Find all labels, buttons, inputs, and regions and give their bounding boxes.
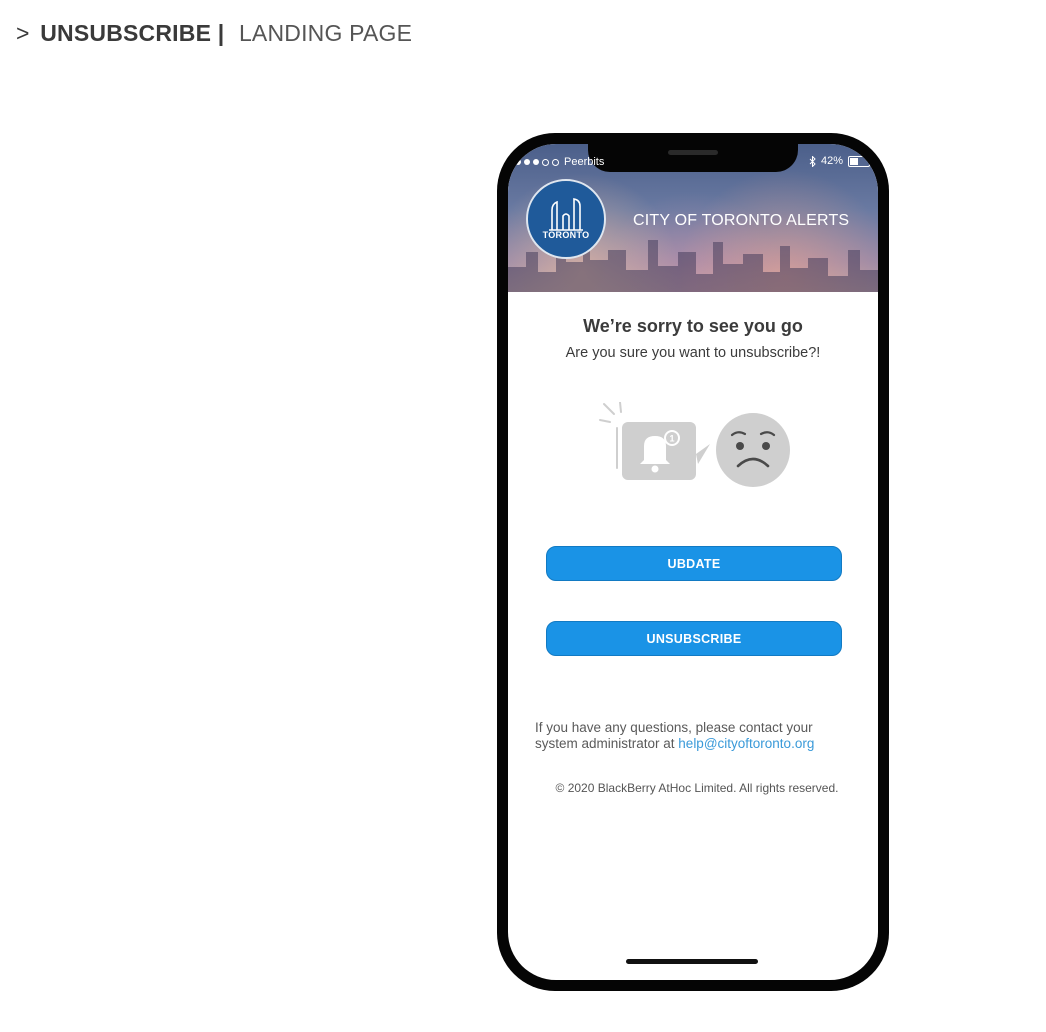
bluetooth-icon bbox=[809, 155, 816, 167]
phone-notch bbox=[588, 144, 798, 172]
sorry-heading: We’re sorry to see you go bbox=[583, 316, 803, 336]
bell-message-icon: 1 bbox=[622, 422, 710, 480]
logo-text: TORONTO bbox=[542, 230, 590, 240]
battery-icon bbox=[848, 155, 872, 167]
status-bar-right: 42% bbox=[809, 155, 872, 167]
alert-lines-icon bbox=[599, 402, 622, 469]
app-title: CITY OF TORONTO ALERTS bbox=[633, 212, 850, 229]
signal-dot bbox=[515, 159, 521, 165]
heading-subsection: LANDING PAGE bbox=[238, 20, 413, 46]
contact-info: If you have any questions, please contac… bbox=[535, 720, 855, 752]
unsubscribe-button[interactable]: UNSUBSCRIBE bbox=[546, 621, 842, 656]
phone-screen: Peerbits 42% TORONTO CITY OF TORONTO ALE… bbox=[508, 144, 878, 980]
battery-fill bbox=[850, 157, 858, 165]
update-button[interactable]: UBDATE bbox=[546, 546, 842, 581]
carrier-name: Peerbits bbox=[564, 156, 605, 168]
signal-dot bbox=[524, 159, 530, 165]
heading-section: UNSUBSCRIBE | bbox=[40, 20, 225, 46]
unsubscribe-illustration: 1 bbox=[599, 402, 790, 487]
confirm-question: Are you sure you want to unsubscribe?! bbox=[565, 345, 821, 361]
city-hall-icon bbox=[549, 198, 583, 231]
sad-face-icon bbox=[716, 413, 790, 487]
signal-dot bbox=[533, 159, 539, 165]
copyright-notice: © 2020 BlackBerry AtHoc Limited. All rig… bbox=[555, 781, 839, 795]
signal-dot bbox=[542, 158, 549, 166]
toronto-logo: TORONTO bbox=[526, 179, 606, 259]
phone-speaker bbox=[668, 150, 718, 155]
battery-percentage: 42% bbox=[820, 155, 843, 167]
heading-arrow: > bbox=[16, 20, 30, 46]
signal-dot bbox=[552, 158, 559, 166]
phone-mockup: Peerbits 42% TORONTO CITY OF TORONTO ALE… bbox=[497, 133, 889, 991]
notification-badge: 1 bbox=[669, 434, 674, 444]
page-heading: > UNSUBSCRIBE | LANDING PAGE bbox=[16, 20, 412, 47]
home-indicator[interactable] bbox=[626, 959, 758, 964]
status-bar-left: Peerbits bbox=[515, 156, 604, 168]
support-email-link[interactable]: help@cityoftoronto.org bbox=[678, 736, 814, 751]
